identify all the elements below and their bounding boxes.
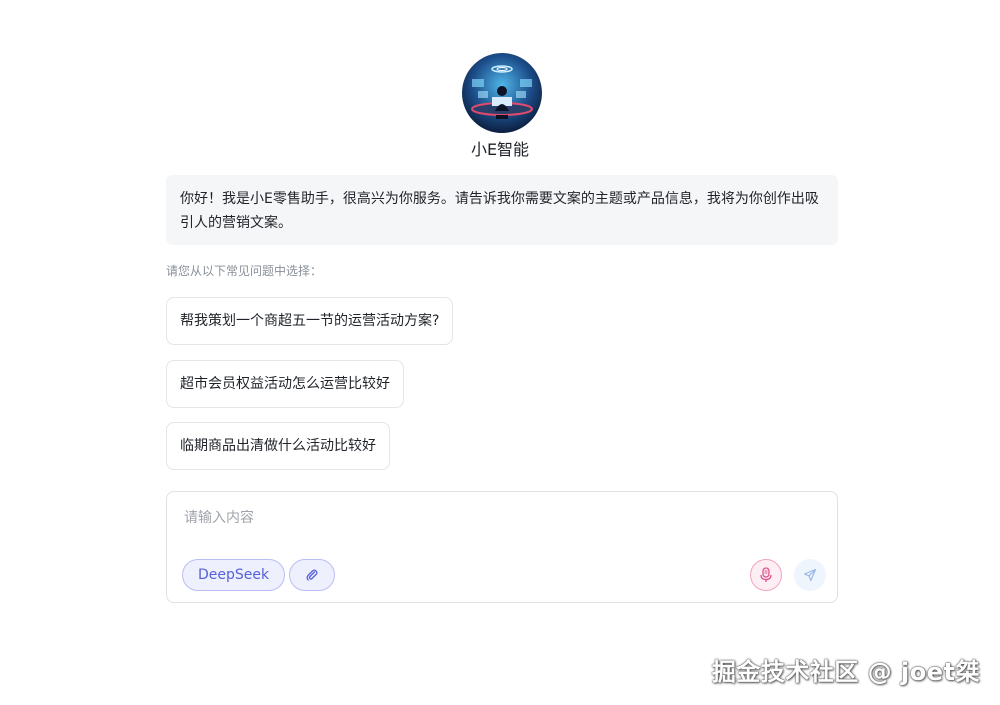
send-button[interactable] <box>794 559 826 591</box>
greeting-message: 你好！我是小E零售助手，很高兴为你服务。请告诉我你需要文案的主题或产品信息，我将… <box>166 175 838 245</box>
attach-button[interactable] <box>289 559 335 591</box>
robot-operator-avatar-icon <box>462 53 542 133</box>
suggestion-chip[interactable]: 帮我策划一个商超五一节的运营活动方案? <box>166 297 454 345</box>
microphone-icon <box>760 567 772 582</box>
watermark: 掘金技术社区 @ joet桀 <box>711 658 980 686</box>
bot-avatar <box>462 53 542 133</box>
suggestion-chip[interactable]: 临期商品出清做什么活动比较好 <box>166 422 390 470</box>
send-icon <box>803 568 817 582</box>
bot-name: 小E智能 <box>470 140 530 159</box>
suggestion-chip[interactable]: 超市会员权益活动怎么运营比较好 <box>166 360 404 408</box>
suggestions-hint: 请您从以下常见问题中选择： <box>166 264 323 278</box>
paperclip-icon <box>306 569 318 581</box>
voice-input-button[interactable] <box>750 559 782 591</box>
model-select-button[interactable]: DeepSeek <box>182 559 286 591</box>
message-composer: DeepSeek <box>166 491 838 603</box>
message-input[interactable] <box>182 506 816 530</box>
